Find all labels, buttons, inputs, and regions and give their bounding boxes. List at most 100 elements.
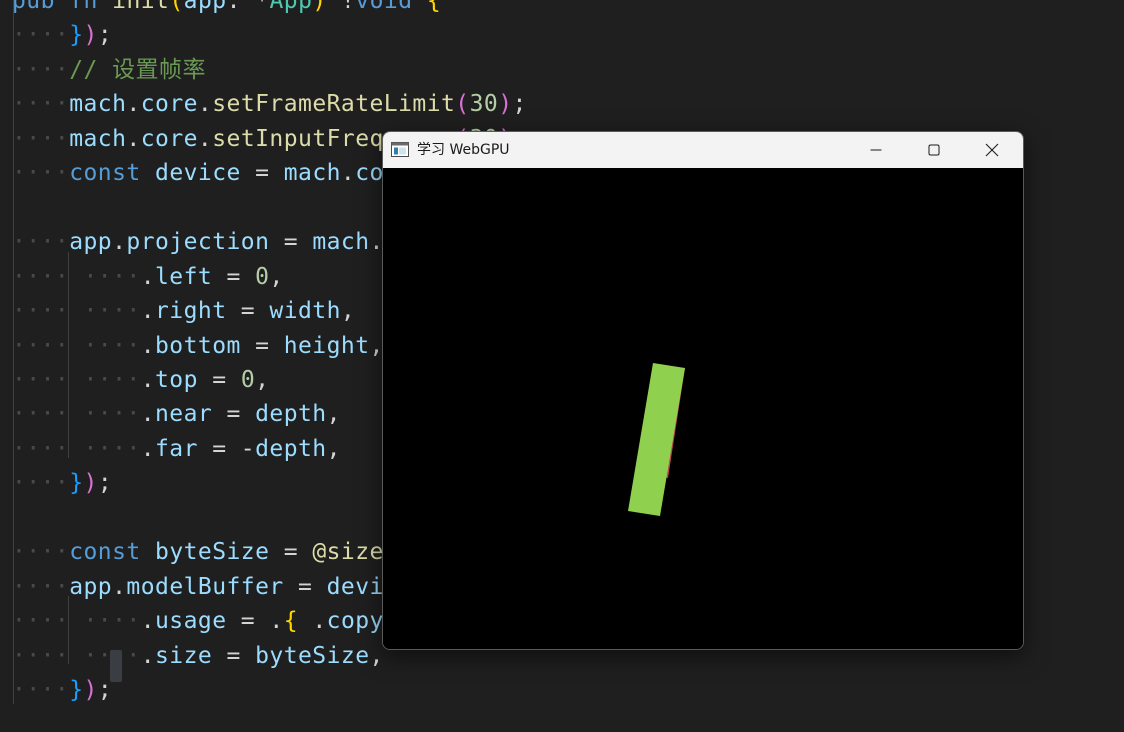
code-token: :	[226, 0, 256, 14]
code-token: !	[326, 0, 356, 14]
code-token: app	[69, 229, 113, 255]
code-line: ···· ····.top = 0,	[12, 363, 269, 397]
code-token: .	[140, 298, 155, 324]
whitespace-marker: ····	[12, 470, 70, 496]
code-token: mach	[283, 160, 341, 186]
code-token: size	[155, 643, 213, 669]
code-token: projection	[126, 229, 270, 255]
code-token: .	[197, 91, 213, 117]
code-line: ···· ····.right = width,	[12, 294, 355, 328]
code-token: mach	[69, 91, 127, 117]
whitespace-marker: ····	[12, 22, 70, 48]
code-token: .	[340, 160, 356, 186]
code-token: setFrameRateLimit	[212, 91, 456, 117]
code-token: .	[112, 229, 127, 255]
code-token: ;	[512, 91, 527, 117]
code-token: App	[269, 0, 313, 14]
code-line: ····const byteSize = @sizeOf	[12, 535, 412, 569]
code-token: .	[140, 436, 155, 462]
code-token: .	[112, 574, 127, 600]
code-line: pub fn init(app: *App) !void {	[12, 0, 441, 18]
code-token: depth	[255, 436, 327, 462]
code-token: =	[269, 539, 313, 565]
code-token: right	[155, 298, 227, 324]
code-line: ····app.projection = mach.math	[12, 225, 441, 259]
maximize-button[interactable]	[905, 132, 963, 168]
code-token: app	[69, 574, 113, 600]
code-token: }	[69, 677, 84, 703]
code-token: ;	[97, 22, 113, 48]
code-token: ,	[326, 401, 341, 427]
code-token: ,	[369, 643, 384, 669]
code-token: }	[69, 22, 84, 48]
code-line: ···· ····.near = depth,	[12, 397, 341, 431]
code-line: ···· ····.size = byteSize,	[12, 639, 384, 673]
code-token: .	[126, 91, 141, 117]
minimize-button[interactable]	[847, 132, 905, 168]
code-token: ,	[326, 436, 341, 462]
code-token: {	[426, 0, 442, 14]
whitespace-marker: ····	[12, 91, 70, 117]
whitespace-marker: ···· ····	[12, 264, 141, 290]
whitespace-marker: ···· ····	[12, 367, 141, 393]
desktop: pub fn init(app: *App) !void {····}); ···…	[0, 0, 1124, 732]
code-token: =	[240, 160, 284, 186]
code-token: bottom	[155, 333, 241, 359]
code-token: usage	[155, 608, 227, 634]
code-token: .	[140, 333, 155, 359]
minimize-icon	[870, 149, 882, 151]
code-token: init	[112, 0, 170, 14]
maximize-icon	[928, 144, 940, 156]
code-token: const	[69, 539, 141, 565]
code-token: fn	[69, 0, 98, 14]
code-token: core	[140, 126, 198, 152]
code-token: ,	[340, 298, 356, 324]
code-line: ····app.modelBuffer = device	[12, 570, 412, 604]
code-token: byteSize	[255, 643, 370, 669]
code-line: ····mach.core.setFrameRateLimit(30);	[12, 87, 527, 121]
code-token: 30	[469, 91, 499, 117]
app-window[interactable]: 学习 WebGPU	[382, 131, 1024, 650]
code-token: height	[283, 333, 370, 359]
code-token: )	[312, 0, 327, 14]
code-line: ···· ····.far = -depth,	[12, 432, 341, 466]
code-token: =	[226, 608, 270, 634]
code-token: top	[155, 367, 198, 393]
code-token: byteSize	[155, 539, 270, 565]
code-token: )	[498, 91, 513, 117]
code-token: = -	[197, 436, 256, 462]
code-token: .	[140, 264, 155, 290]
whitespace-marker: ····	[12, 539, 70, 565]
code-token: )	[83, 677, 98, 703]
code-token: =	[197, 367, 241, 393]
whitespace-marker: ···· ····	[12, 436, 141, 462]
code-token: .	[269, 608, 284, 634]
code-token: far	[155, 436, 198, 462]
code-token: }	[69, 470, 84, 496]
code-line: ····const device = mach.core	[12, 156, 412, 190]
code-token: .	[140, 367, 155, 393]
code-token: pub	[12, 0, 55, 14]
code-token: .	[197, 126, 213, 152]
rendered-quad	[628, 363, 685, 516]
whitespace-marker: ····	[12, 57, 70, 83]
window-titlebar[interactable]: 学习 WebGPU	[383, 132, 1023, 168]
code-token: (	[455, 91, 470, 117]
code-token: modelBuffer	[126, 574, 284, 600]
whitespace-marker: ····	[12, 160, 70, 186]
code-token: ;	[97, 470, 113, 496]
render-canvas[interactable]	[383, 168, 1023, 649]
code-token: =	[269, 229, 313, 255]
code-token: =	[212, 264, 256, 290]
code-token: (	[169, 0, 184, 14]
code-token: .	[298, 608, 327, 634]
code-token: =	[212, 401, 256, 427]
code-token: // 设置帧率	[69, 57, 206, 83]
code-token: near	[155, 401, 213, 427]
code-token: .	[140, 401, 155, 427]
close-button[interactable]	[963, 132, 1021, 168]
code-token: .	[126, 126, 141, 152]
